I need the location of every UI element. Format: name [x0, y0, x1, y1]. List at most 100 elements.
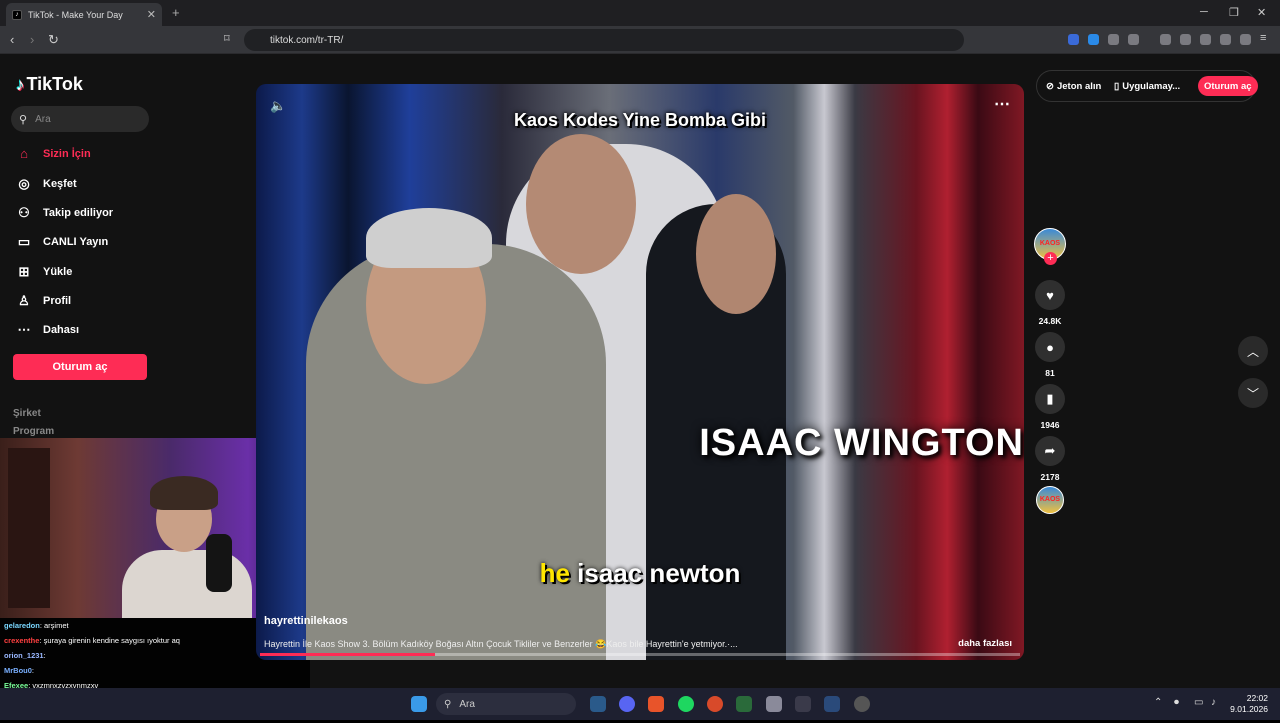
app-icon[interactable]	[854, 696, 870, 712]
creator-avatar[interactable]: KAOS +	[1034, 228, 1066, 265]
chat-message: MrBou0:	[4, 663, 306, 678]
tiktok-note-icon: ♪	[16, 74, 25, 94]
video-author[interactable]: hayrettinilekaos	[264, 615, 348, 627]
phone-icon: ▯	[1114, 80, 1120, 92]
microphone-tray-icon[interactable]: ⏺	[1174, 697, 1179, 708]
save-action[interactable]: ▮ 1946	[1034, 384, 1066, 430]
wallet-icon[interactable]	[1200, 34, 1211, 45]
chat-username: crexenthe	[4, 636, 40, 645]
forward-icon[interactable]: ›	[30, 32, 34, 47]
sidebar-item-explore[interactable]: ◎ Keşfet	[15, 176, 77, 192]
sidebar-item-label: Keşfet	[43, 178, 77, 190]
ai-icon[interactable]	[1220, 34, 1231, 45]
coin-icon: ⊘	[1046, 80, 1054, 92]
person-face	[526, 134, 636, 274]
windows-start-icon[interactable]	[411, 696, 427, 712]
chevron-up-icon: ︿	[1246, 344, 1259, 359]
sidebar-item-profile[interactable]: ♙ Profil	[15, 293, 71, 309]
sidebar-item-upload[interactable]: ⊞ Yükle	[15, 264, 73, 280]
sidebar-item-following[interactable]: ⚇ Takip ediliyor	[15, 205, 113, 221]
bookmark-icon[interactable]: ▮	[1035, 384, 1065, 414]
chat-username: gelaredon	[4, 621, 40, 630]
microphone-icon	[206, 534, 232, 592]
sidebar-item-label: Takip ediliyor	[43, 207, 114, 219]
tiktok-page: ♪ TikTok ⚲ Ara ⌂ Sizin İçin ◎ Keşfet ⚇ T…	[0, 54, 1280, 720]
back-icon[interactable]: ‹	[10, 32, 14, 47]
video-player[interactable]: 🔈 ⋯ Kaos Kodes Yine Bomba Gibi ISAAC WIN…	[256, 84, 1024, 660]
compass-icon: ◎	[18, 176, 30, 191]
volume-tray-icon[interactable]: ♪	[1211, 697, 1216, 708]
chevron-down-icon: ﹀	[1246, 386, 1259, 401]
chat-username: orion_1231	[4, 651, 44, 660]
comment-action[interactable]: ● 81	[1034, 332, 1066, 378]
app-icon[interactable]	[736, 696, 752, 712]
footer-link-company[interactable]: Şirket	[13, 408, 41, 419]
address-bar[interactable]: tiktok.com/tr-TR/	[244, 29, 964, 51]
music-avatar: KAOS	[1036, 486, 1064, 514]
brave-icon[interactable]	[648, 696, 664, 712]
get-coins-button[interactable]: ⊘ Jeton alın	[1046, 76, 1101, 96]
bookmark-icon[interactable]: ⌑	[224, 32, 230, 45]
sidebar-item-live[interactable]: ▭ CANLI Yayın	[15, 234, 108, 250]
previous-video-button[interactable]: ︿	[1238, 336, 1268, 366]
taskbar-search-placeholder: Ara	[459, 698, 475, 710]
discord-icon[interactable]	[619, 696, 635, 712]
next-video-button[interactable]: ﹀	[1238, 378, 1268, 408]
like-action[interactable]: ♥ 24.8K	[1034, 280, 1066, 326]
sidebar-item-more[interactable]: ⋯ Dahası	[15, 322, 80, 338]
sidebar-item-label: Yükle	[43, 266, 73, 278]
share-icon[interactable]: ➦	[1035, 436, 1065, 466]
search-icon: ⚲	[444, 698, 452, 710]
get-app-button[interactable]: ▯ Uygulamay...	[1114, 76, 1180, 96]
browser-tab[interactable]: ♪ TikTok - Make Your Day ✕	[6, 3, 162, 26]
media-icon[interactable]	[1160, 34, 1171, 45]
steam-icon[interactable]	[824, 696, 840, 712]
extension-icon[interactable]	[1068, 34, 1079, 45]
extensions-puzzle-icon[interactable]	[1108, 34, 1119, 45]
browser-toolbar: ‹ › ↻ ⌑ tiktok.com/tr-TR/ ≡	[0, 26, 1280, 54]
heart-icon[interactable]: ♥	[1035, 280, 1065, 310]
footer-link-program[interactable]: Program	[13, 426, 54, 437]
reload-icon[interactable]: ↻	[48, 32, 59, 48]
share-action[interactable]: ➦ 2178	[1034, 436, 1066, 482]
following-icon: ⚇	[18, 205, 30, 220]
extension-icon[interactable]	[1128, 34, 1139, 45]
video-description: Hayrettin İle Kaos Show 3. Bölüm Kadıköy…	[264, 639, 738, 649]
video-subtitle: he isaac newton	[256, 558, 1024, 589]
app-icon[interactable]	[766, 696, 782, 712]
acoustic-panel	[8, 448, 50, 608]
logo-text: TikTok	[26, 74, 83, 94]
maximize-icon[interactable]: ❐	[1229, 6, 1239, 19]
app-icon[interactable]	[707, 696, 723, 712]
spotify-icon[interactable]	[678, 696, 694, 712]
menu-icon[interactable]: ≡	[1260, 32, 1271, 44]
video-progress-fill	[260, 653, 435, 656]
chat-text: : arşimet	[39, 621, 69, 630]
topbar-login-button[interactable]: Oturum aç	[1198, 76, 1258, 96]
music-disc[interactable]: KAOS	[1034, 486, 1066, 514]
window-close-icon[interactable]: ✕	[1257, 6, 1266, 19]
comment-icon[interactable]: ●	[1035, 332, 1065, 362]
tray-chevron-icon[interactable]: ⌃	[1154, 697, 1162, 708]
sidebar-item-label: CANLI Yayın	[43, 236, 109, 248]
taskbar-search[interactable]: ⚲ Ara	[436, 693, 576, 715]
steam-icon[interactable]	[590, 696, 606, 712]
new-tab-button[interactable]: +	[172, 5, 180, 20]
tab-close-icon[interactable]: ✕	[147, 8, 156, 21]
app-icon[interactable]	[795, 696, 811, 712]
sidebar-item-for-you[interactable]: ⌂ Sizin İçin	[15, 146, 91, 161]
video-progress-bar[interactable]	[260, 653, 1020, 656]
see-more-link[interactable]: daha fazlası	[958, 638, 1012, 649]
extension-icon[interactable]	[1088, 34, 1099, 45]
minimize-icon[interactable]: ─	[1200, 6, 1208, 18]
follow-plus-icon[interactable]: +	[1044, 252, 1057, 265]
tab-title: TikTok - Make Your Day	[28, 9, 123, 20]
shield-icon[interactable]	[1240, 34, 1251, 45]
chat-text: :	[31, 666, 35, 675]
network-icon[interactable]: ▭	[1194, 697, 1203, 708]
sidebar-toggle-icon[interactable]	[1180, 34, 1191, 45]
sidebar-login-button[interactable]: Oturum aç	[13, 354, 147, 380]
clock[interactable]: 22:02 9.01.2026	[1230, 693, 1268, 715]
tiktok-logo[interactable]: ♪ TikTok	[16, 74, 83, 95]
search-input[interactable]: ⚲ Ara	[11, 106, 149, 132]
